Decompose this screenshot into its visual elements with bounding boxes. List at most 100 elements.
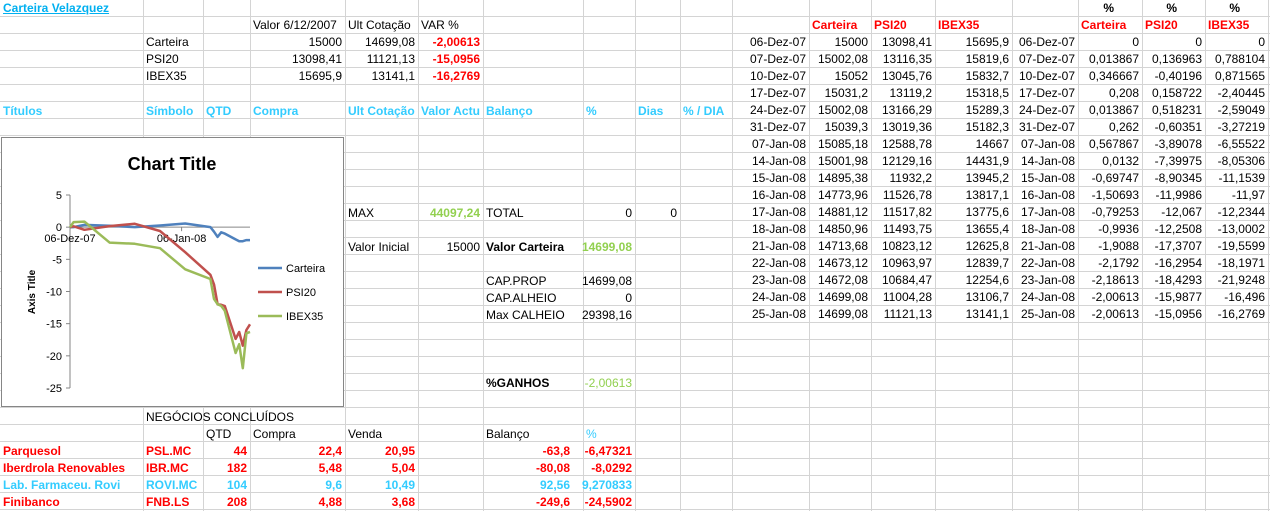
grid-column-line	[1268, 0, 1269, 511]
history-pct-ibex35: -6,55522	[1217, 137, 1265, 151]
col-header-compra: Compra	[253, 104, 299, 118]
x-tick-label: 06-Dez-07	[44, 233, 95, 245]
history-pct-ibex35: -16,2769	[1217, 307, 1265, 321]
negocios-title: NEGÓCIOS CONCLUÍDOS	[146, 410, 295, 424]
history-pct-ibex35: -11,1539	[1218, 171, 1265, 185]
negocio-balanco: -63,8	[542, 444, 570, 458]
negocio-name: Finibanco	[3, 495, 60, 509]
history-carteira: 14713,68	[817, 239, 868, 253]
history-pct-header: Carteira	[1081, 18, 1127, 32]
history-pct-ibex35: -2,40445	[1217, 86, 1265, 100]
history-pct-carteira: -1,50693	[1091, 188, 1139, 202]
history-date-2: 24-Jan-08	[1020, 290, 1075, 304]
history-date: 15-Jan-08	[751, 171, 806, 185]
history-ibex35: 15695,9	[965, 35, 1009, 49]
col-header-pct-dia: % / DIA	[683, 104, 725, 118]
valor-inicial-value: 15000	[446, 240, 480, 254]
col-header-simbolo: Símbolo	[146, 104, 194, 118]
history-header: IBEX35	[938, 18, 980, 32]
history-pct-psi20: -3,89078	[1154, 137, 1202, 151]
negocio-name: Iberdrola Renovables	[3, 461, 126, 475]
history-pct-ibex35: 0,788104	[1214, 52, 1265, 66]
history-ibex35: 12254,6	[965, 273, 1009, 287]
history-psi20: 13019,36	[881, 120, 932, 134]
negocios-header-venda: Venda	[348, 427, 383, 441]
grid-row-line	[0, 407, 1270, 408]
summary-label: PSI20	[146, 52, 179, 66]
history-psi20: 13166,29	[881, 103, 932, 117]
history-date: 06-Dez-07	[749, 35, 806, 49]
history-ibex35: 13945,2	[965, 171, 1009, 185]
history-pct-ibex35: 0,871565	[1214, 69, 1265, 83]
y-axis-title: Axis Title	[27, 269, 38, 314]
pct-label: %	[1229, 1, 1240, 15]
history-psi20: 11004,28	[882, 290, 932, 304]
history-pct-header: IBEX35	[1208, 18, 1250, 32]
history-date: 31-Dez-07	[749, 120, 806, 134]
grid-row-line	[0, 441, 1270, 442]
history-date: 07-Jan-08	[751, 137, 806, 151]
history-pct-psi20: -15,0956	[1154, 307, 1202, 321]
sheet-title-link[interactable]: Carteira Velazquez	[0, 0, 200, 17]
history-date-2: 17-Jan-08	[1020, 205, 1075, 219]
negocio-pct: -24,5902	[584, 495, 632, 509]
grid-column-line	[680, 0, 681, 511]
history-pct-ibex35: -12,2344	[1217, 205, 1265, 219]
history-pct-psi20: -18,4293	[1154, 273, 1202, 287]
history-date: 17-Dez-07	[749, 86, 806, 100]
max-calheio-label: Max CALHEIO	[486, 308, 565, 322]
history-date: 23-Jan-08	[751, 273, 806, 287]
history-psi20: 11932,2	[889, 171, 933, 185]
history-date-2: 15-Jan-08	[1020, 171, 1075, 185]
summary-var: -16,2769	[432, 69, 480, 83]
history-date: 21-Jan-08	[751, 239, 806, 253]
history-date: 22-Jan-08	[751, 256, 806, 270]
history-pct-ibex35: -3,27219	[1217, 120, 1265, 134]
history-date: 24-Jan-08	[751, 290, 806, 304]
y-tick-label: -10	[46, 287, 62, 299]
negocios-header-balanco: Balanço	[486, 427, 530, 441]
history-ibex35: 15832,7	[965, 69, 1009, 83]
negocio-compra: 22,4	[318, 444, 342, 458]
history-carteira: 15052	[834, 69, 868, 83]
history-psi20: 13116,35	[882, 52, 932, 66]
history-date-2: 06-Dez-07	[1018, 35, 1075, 49]
history-pct-carteira: -2,18613	[1091, 273, 1139, 287]
history-psi20: 13098,41	[881, 35, 932, 49]
cap-prop-label: CAP.PROP	[486, 274, 547, 288]
history-carteira: 14895,38	[817, 171, 868, 185]
history-date: 18-Jan-08	[751, 222, 806, 236]
summary-label: IBEX35	[146, 69, 187, 83]
history-carteira: 14850,96	[817, 222, 868, 236]
pct-label: %	[1166, 1, 1177, 15]
history-ibex35: 13655,4	[965, 222, 1009, 236]
total-dias: 0	[670, 206, 677, 220]
history-pct-carteira: -0,69747	[1091, 171, 1139, 185]
history-header: Carteira	[812, 18, 858, 32]
history-pct-header: PSI20	[1145, 18, 1178, 32]
legend-label-psi20: PSI20	[286, 287, 316, 299]
history-date-2: 23-Jan-08	[1020, 273, 1075, 287]
history-pct-psi20: -16,2954	[1154, 256, 1202, 270]
history-carteira: 15039,3	[824, 120, 868, 134]
history-date-2: 25-Jan-08	[1020, 307, 1075, 321]
legend-label-ibex35: IBEX35	[286, 311, 323, 323]
history-date-2: 16-Jan-08	[1020, 188, 1075, 202]
negocio-simbolo: IBR.MC	[146, 461, 189, 475]
history-date: 24-Dez-07	[749, 103, 806, 117]
history-date-2: 21-Jan-08	[1020, 239, 1075, 253]
negocio-balanco: 92,56	[539, 478, 570, 492]
history-pct-psi20: -8,90345	[1154, 171, 1202, 185]
negocio-compra: 5,48	[318, 461, 342, 475]
negocios-header-qtd: QTD	[206, 427, 232, 441]
negocio-compra: 9,6	[325, 478, 342, 492]
history-pct-psi20: -7,39975	[1154, 154, 1202, 168]
history-psi20: 11493,75	[882, 222, 932, 236]
history-date: 16-Jan-08	[751, 188, 806, 202]
history-psi20: 12588,78	[881, 137, 932, 151]
history-date-2: 17-Dez-07	[1018, 86, 1075, 100]
performance-chart[interactable]: Chart Title Axis Title 5 0 -5 -10 -15 -20 -25 06-…	[1, 137, 344, 407]
pct-label: %	[1103, 1, 1114, 15]
history-pct-carteira: -2,1792	[1098, 256, 1139, 270]
negocio-venda: 10,49	[384, 478, 415, 492]
